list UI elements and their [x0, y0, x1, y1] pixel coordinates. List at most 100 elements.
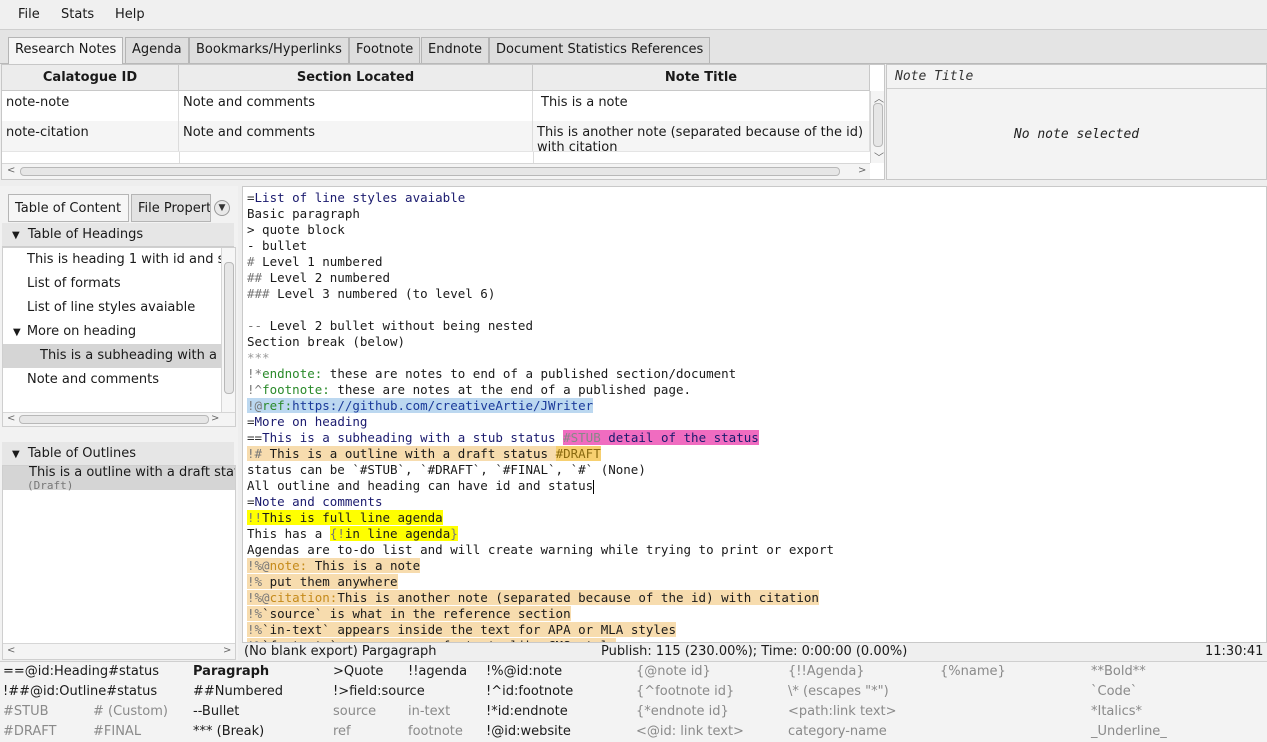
- cheat-sheet-entry: *Italics*: [1091, 704, 1143, 719]
- note-preview-empty-message: No note selected: [1013, 127, 1140, 142]
- cheat-sheet-entry: !@id:website: [486, 724, 571, 739]
- column-header-section-located[interactable]: Section Located: [179, 65, 533, 91]
- scrollbar-thumb[interactable]: [224, 262, 234, 394]
- scroll-down-icon[interactable]: ﹀: [874, 149, 884, 164]
- tab-agenda[interactable]: Agenda: [125, 37, 189, 63]
- editor-line: =Note and comments: [247, 494, 382, 510]
- scroll-left-icon[interactable]: <: [7, 165, 15, 176]
- tab-document-statistics-references[interactable]: Document Statistics References: [489, 37, 711, 63]
- tree-horizontal-scrollbar[interactable]: < >: [3, 412, 235, 426]
- collapse-arrow-icon[interactable]: ▼: [12, 230, 20, 241]
- cell-section-located: Note and comments: [179, 91, 533, 121]
- editor-text-segment: Basic paragraph: [247, 206, 360, 221]
- tree-item-heading[interactable]: List of line styles avaiable: [27, 296, 195, 320]
- cheat-sheet-entry: {^footnote id}: [636, 684, 735, 699]
- editor-line: ==This is a subheading with a stub statu…: [247, 430, 759, 446]
- scrollbar-thumb[interactable]: [873, 103, 883, 147]
- editor-text-segment: ###: [247, 286, 278, 301]
- editor-text-segment: in line agenda: [344, 526, 451, 541]
- status-clock: 11:30:41: [1205, 644, 1264, 659]
- editor-text-segment: !*: [247, 366, 263, 381]
- top-tab-bar: Research Notes Agenda Bookmarks/Hyperlin…: [0, 30, 1267, 65]
- editor-text-segment: =: [247, 494, 255, 509]
- tree-item-label: This is a subheading with a stub status: [40, 348, 235, 363]
- menu-help[interactable]: Help: [115, 7, 145, 22]
- collapse-arrow-icon[interactable]: ▼: [12, 449, 20, 460]
- table-vertical-scrollbar[interactable]: ︿ ﹀: [870, 91, 884, 164]
- editor-line: -- Level 2 bullet without being nested: [247, 318, 533, 334]
- editor-line: !% put them anywhere: [247, 574, 398, 590]
- table-of-outlines-header[interactable]: ▼ Table of Outlines: [2, 442, 234, 466]
- cheat-sheet-entry: # (Custom): [93, 704, 168, 719]
- tree-item-label: More on heading: [26, 324, 137, 339]
- tree-item-heading[interactable]: Note and comments: [27, 368, 159, 392]
- cheat-sheet-entry: {@note id}: [636, 664, 711, 679]
- column-header-note-title[interactable]: Note Title: [533, 65, 870, 91]
- tab-bookmarks-hyperlinks[interactable]: Bookmarks/Hyperlinks: [189, 37, 349, 63]
- editor-text-segment: `source` is what in the reference sectio…: [262, 606, 571, 621]
- editor-line: !!This is full line agenda: [247, 510, 443, 526]
- scroll-right-icon[interactable]: >: [223, 645, 231, 656]
- tab-endnote[interactable]: Endnote: [421, 37, 489, 63]
- table-of-headings-header[interactable]: ▼ Table of Headings: [2, 223, 234, 247]
- tab-research-notes[interactable]: Research Notes: [8, 37, 124, 65]
- cheat-sheet-entry: `Code`: [1091, 684, 1138, 699]
- tree-vertical-scrollbar[interactable]: [221, 248, 235, 412]
- tab-table-of-content[interactable]: Table of Content: [8, 194, 129, 222]
- editor-text-segment: This is another note (separated because …: [337, 590, 819, 605]
- table-horizontal-scrollbar[interactable]: < >: [2, 163, 870, 179]
- editor-line: status can be `#STUB`, `#DRAFT`, `#FINAL…: [247, 462, 646, 478]
- cheat-sheet-entry: *** (Break): [193, 724, 265, 739]
- editor-text-segment: status can be `#STUB`, `#DRAFT`, `#FINAL…: [247, 462, 646, 477]
- outlines-tree: This is a outline with a draft status (D…: [2, 465, 236, 660]
- cheat-sheet-entry: **Bold**: [1091, 664, 1146, 679]
- cheat-sheet-entry: source: [333, 704, 377, 719]
- outline-horizontal-scrollbar[interactable]: < >: [3, 643, 235, 659]
- cheat-sheet-entry: ==@id:Heading#status: [3, 664, 159, 679]
- tree-item-selected[interactable]: This is a outline with a draft status (D…: [3, 466, 235, 492]
- tree-item-heading[interactable]: List of formats: [27, 272, 121, 296]
- notes-table: Calatogue ID Section Located Note Title …: [1, 64, 885, 180]
- status-bar: (No blank export) Pargagraph Publish: 11…: [242, 643, 1267, 661]
- editor-text-segment: !#: [247, 446, 270, 461]
- editor-text-segment: Note and comments: [254, 494, 383, 509]
- tree-item-heading[interactable]: This is heading 1 with id and status: [27, 248, 235, 272]
- editor-text-segment: ref:: [262, 398, 293, 413]
- editor-text-segment: Level 3 numbered (to level 6): [277, 286, 496, 301]
- expand-arrow-icon[interactable]: ▼: [13, 327, 21, 338]
- editor-line: ## Level 2 numbered: [247, 270, 390, 286]
- cell-catalogue-id: note-note: [2, 91, 179, 121]
- scroll-right-icon[interactable]: >: [858, 165, 866, 176]
- editor-text-segment: This has a: [247, 526, 330, 541]
- menu-file[interactable]: File: [18, 7, 40, 22]
- tab-overflow-dropdown-icon[interactable]: ▼: [214, 200, 230, 216]
- cheat-sheet-entry: ##Numbered: [193, 684, 283, 699]
- scroll-left-icon[interactable]: <: [7, 413, 15, 424]
- scrollbar-thumb[interactable]: [20, 167, 840, 176]
- scroll-right-icon[interactable]: >: [211, 413, 219, 424]
- editor-text-segment: !^: [247, 382, 263, 397]
- editor-text-segment: !%: [247, 574, 263, 589]
- editor-line: !%`in-text` appears inside the text for …: [247, 622, 676, 638]
- note-preview-pane: Note Title No note selected: [886, 64, 1267, 180]
- editor-text-segment: Level 1 numbered: [262, 254, 383, 269]
- cheat-sheet-entry: {%name}: [940, 664, 1006, 679]
- table-row[interactable]: note-note Note and comments This is a no…: [2, 91, 870, 121]
- cheat-sheet-entry: !%@id:note: [486, 664, 563, 679]
- editor-line: =List of line styles avaiable: [247, 190, 465, 206]
- editor-line: !*endnote: these are notes to end of a p…: [247, 366, 736, 382]
- menu-stats[interactable]: Stats: [61, 7, 94, 22]
- tree-item-heading[interactable]: ▼ More on heading: [13, 320, 136, 344]
- column-header-catalogue-id[interactable]: Calatogue ID: [2, 65, 179, 91]
- tab-file-properties[interactable]: File Propert: [131, 194, 211, 222]
- scrollbar-thumb[interactable]: [19, 415, 209, 424]
- markup-editor[interactable]: =List of line styles avaiable Basic parag…: [242, 186, 1267, 643]
- editor-text-segment: > quote block: [247, 222, 345, 237]
- scroll-left-icon[interactable]: <: [7, 645, 15, 656]
- table-row[interactable]: note-citation Note and comments This is …: [2, 121, 870, 151]
- tree-item-selected[interactable]: This is a subheading with a stub status: [3, 344, 235, 368]
- cheat-sheet-entry: #DRAFT: [3, 724, 57, 739]
- tab-footnote[interactable]: Footnote: [349, 37, 421, 63]
- editor-text-segment: This is a note: [307, 558, 421, 573]
- cheat-sheet-entry: >Quote: [333, 664, 384, 679]
